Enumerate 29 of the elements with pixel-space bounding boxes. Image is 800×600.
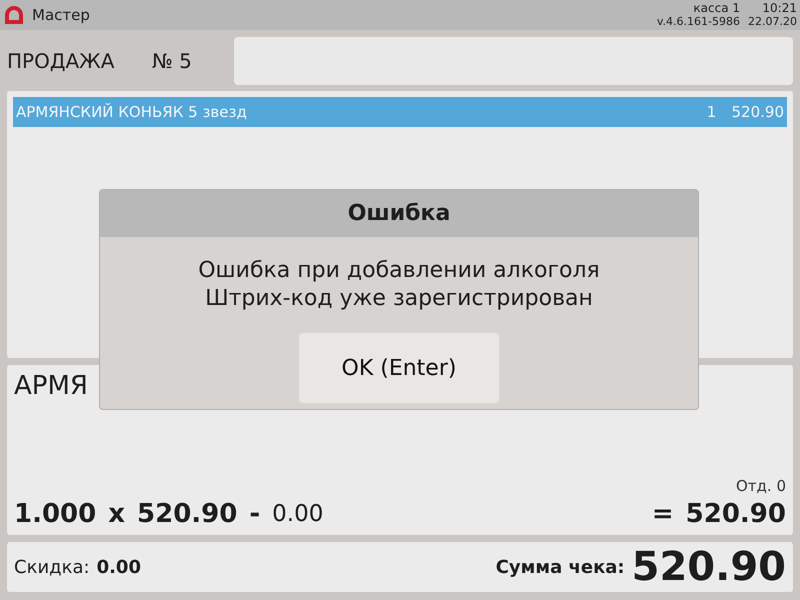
receipt-number: № 5 (152, 49, 193, 73)
minus-sign: - (249, 499, 260, 529)
discount-label: Скидка: (14, 556, 90, 578)
total-label: Сумма чека: (496, 556, 625, 578)
logo-icon (4, 5, 24, 25)
item-name: АРМЯ (14, 371, 89, 403)
department-label: Отд. 0 (736, 477, 786, 495)
date-label: 22.07.20 (748, 15, 797, 29)
clock-time: 10:21 (761, 1, 797, 15)
version-label: v.4.6.161-5986 (656, 15, 740, 29)
line-total: 520.90 (686, 499, 786, 529)
ok-button[interactable]: OK (Enter) (299, 333, 499, 403)
sale-title: ПРОДАЖА (7, 49, 116, 73)
register-label: касса 1 (692, 1, 740, 15)
app-name: Мастер (32, 6, 91, 24)
dialog-title: Ошибка (348, 201, 450, 226)
item-price: 520.90 (732, 103, 784, 121)
input-field[interactable] (234, 37, 793, 85)
error-message: Ошибка при добавлении алкоголя (198, 257, 600, 285)
item-quantity: 1 (706, 103, 718, 121)
receipt-total: 520.90 (632, 544, 786, 590)
times-sign: x (108, 499, 126, 529)
quantity-value: 1.000 (14, 499, 96, 529)
price-value: 520.90 (137, 499, 238, 529)
equals-sign: = (652, 499, 674, 529)
error-message: Штрих-код уже зарегистрирован (204, 285, 594, 313)
discount-total: 0.00 (96, 556, 141, 578)
discount-value: 0.00 (272, 501, 324, 527)
item-name: АРМЯНСКИЙ КОНЬЯК 5 звезд (16, 103, 248, 121)
